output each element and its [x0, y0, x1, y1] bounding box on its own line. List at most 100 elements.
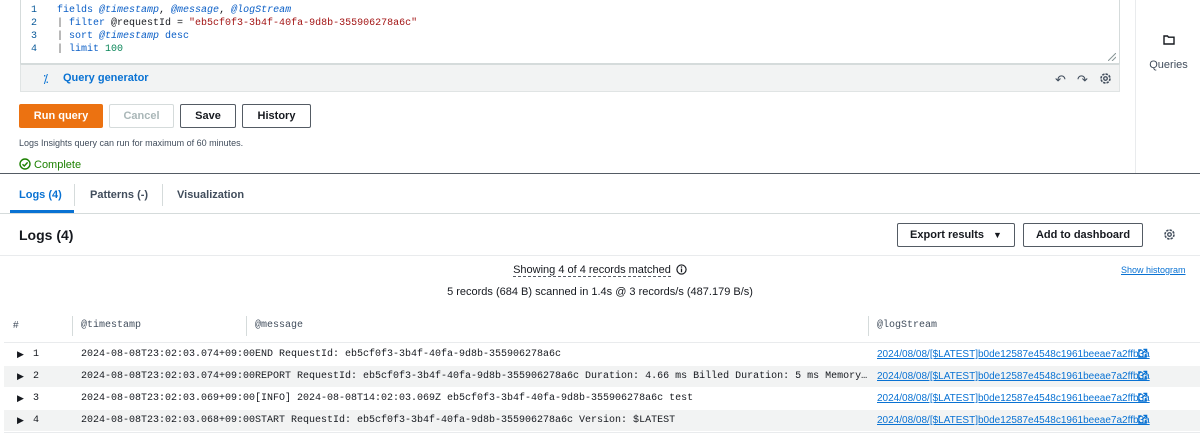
tab-visualization[interactable]: Visualization: [177, 189, 244, 201]
queries-label[interactable]: Queries: [1136, 59, 1200, 71]
code-text[interactable]: | filter @requestId = "eb5cf0f3-3b4f-40f…: [57, 17, 417, 30]
row-message: REPORT RequestId: eb5cf0f3-3b4f-40fa-9d8…: [255, 371, 869, 382]
code-token: 100: [105, 44, 124, 55]
column-header-logstream[interactable]: @logStream: [877, 310, 937, 342]
column-header-index: #: [13, 320, 19, 331]
expand-row-icon[interactable]: ▶: [17, 344, 24, 365]
column-header-message[interactable]: @message: [255, 310, 303, 342]
history-button[interactable]: History: [242, 104, 311, 128]
row-timestamp: 2024-08-08T23:02:03.074+09:00: [81, 371, 256, 382]
table-row[interactable]: ▶ 2 2024-08-08T23:02:03.074+09:00 REPORT…: [4, 366, 1200, 387]
column-divider[interactable]: [868, 316, 869, 336]
code-token: |: [57, 31, 70, 42]
row-message: [INFO] 2024-08-08T14:02:03.069Z eb5cf0f3…: [255, 393, 694, 404]
line-number: 4: [30, 44, 37, 55]
column-divider[interactable]: [246, 316, 247, 336]
code-text[interactable]: fields @timestamp, @message, @logStream: [57, 4, 291, 17]
code-text[interactable]: | sort @timestamp desc: [57, 30, 189, 43]
folder-icon[interactable]: [1163, 34, 1175, 45]
row-message: START RequestId: eb5cf0f3-3b4f-40fa-9d8b…: [255, 415, 676, 426]
tab-patterns[interactable]: Patterns (-): [90, 189, 148, 201]
info-icon[interactable]: [676, 264, 687, 275]
query-editor[interactable]: 1 fields @timestamp, @message, @logStream…: [20, 0, 1120, 64]
external-link-icon[interactable]: [1137, 392, 1148, 403]
row-index: 1: [33, 349, 40, 360]
records-summary: Showing 4 of 4 records matched: [0, 264, 1200, 277]
code-line[interactable]: 1 fields @timestamp, @message, @logStream: [21, 4, 1111, 17]
code-token: filter: [69, 18, 112, 29]
cancel-button[interactable]: Cancel: [109, 104, 174, 128]
line-number: 1: [30, 5, 37, 16]
code-token: "eb5cf0f3-3b4f-40fa-9d8b-355906278a6c": [189, 18, 418, 29]
code-token: @requestId =: [111, 18, 190, 29]
table-header-border: [4, 342, 1200, 343]
code-line[interactable]: 3 | sort @timestamp desc: [21, 30, 1111, 43]
right-side-panel: Queries: [1135, 0, 1200, 173]
row-timestamp: 2024-08-08T23:02:03.074+09:00: [81, 349, 256, 360]
query-hint: Logs Insights query can run for maximum …: [19, 138, 244, 148]
code-token: sort: [69, 31, 100, 42]
external-link-icon[interactable]: [1137, 348, 1148, 359]
row-logstream-link[interactable]: 2024/08/08/[$LATEST]b0de12587e4548c1961b…: [877, 366, 1150, 387]
caret-down-icon: ▼: [993, 230, 1002, 240]
row-index: 2: [33, 371, 40, 382]
section-divider: [0, 173, 1200, 174]
expand-row-icon[interactable]: ▶: [17, 410, 24, 431]
sparkle-icon: ⁒: [43, 72, 49, 86]
row-logstream-link[interactable]: 2024/08/08/[$LATEST]b0de12587e4548c1961b…: [877, 344, 1150, 365]
undo-icon[interactable]: ↶: [1055, 72, 1066, 88]
gear-icon[interactable]: [1163, 228, 1176, 241]
table-row[interactable]: ▶ 4 2024-08-08T23:02:03.068+09:00 START …: [4, 410, 1200, 431]
export-results-label: Export results: [910, 229, 985, 241]
save-button[interactable]: Save: [180, 104, 236, 128]
query-generator-link[interactable]: Query generator: [63, 72, 149, 84]
resize-grip-icon[interactable]: [1108, 53, 1116, 61]
code-token: @logStream: [231, 5, 292, 16]
add-to-dashboard-button[interactable]: Add to dashboard: [1023, 223, 1143, 247]
row-timestamp: 2024-08-08T23:02:03.068+09:00: [81, 415, 256, 426]
tab-divider: [162, 184, 163, 206]
code-token: @message: [171, 5, 220, 16]
line-number: 3: [30, 31, 37, 42]
gear-icon[interactable]: [1099, 72, 1112, 85]
logs-header: [0, 214, 1200, 256]
tab-divider: [74, 184, 75, 206]
code-token: desc: [159, 31, 190, 42]
line-number: 2: [30, 18, 37, 29]
row-index: 4: [33, 415, 40, 426]
row-message: END RequestId: eb5cf0f3-3b4f-40fa-9d8b-3…: [255, 349, 562, 360]
logs-title: Logs (4): [19, 227, 74, 243]
check-circle-icon: [19, 158, 31, 170]
code-token: @timestamp: [99, 5, 160, 16]
column-divider[interactable]: [72, 316, 73, 336]
code-token: |: [57, 18, 70, 29]
scan-stats: 5 records (684 B) scanned in 1.4s @ 3 re…: [447, 286, 753, 298]
row-timestamp: 2024-08-08T23:02:03.069+09:00: [81, 393, 256, 404]
status-label: Complete: [34, 159, 82, 171]
row-index: 3: [33, 393, 40, 404]
column-header-timestamp[interactable]: @timestamp: [81, 310, 141, 342]
expand-row-icon[interactable]: ▶: [17, 366, 24, 387]
export-results-button[interactable]: Export results ▼: [897, 223, 1015, 247]
code-line[interactable]: 2 | filter @requestId = "eb5cf0f3-3b4f-40…: [21, 17, 1111, 30]
code-line[interactable]: 4 | limit 100: [21, 43, 1111, 56]
redo-icon[interactable]: ↷: [1077, 72, 1088, 88]
code-token: @timestamp: [99, 31, 160, 42]
external-link-icon[interactable]: [1137, 370, 1148, 381]
external-link-icon[interactable]: [1137, 414, 1148, 425]
run-query-button[interactable]: Run query: [19, 104, 103, 128]
table-row[interactable]: ▶ 1 2024-08-08T23:02:03.074+09:00 END Re…: [4, 344, 1200, 365]
table-row[interactable]: ▶ 3 2024-08-08T23:02:03.069+09:00 [INFO]…: [4, 388, 1200, 409]
table-bottom-border: [4, 432, 1200, 433]
records-matched-text: Showing 4 of 4 records matched: [513, 264, 671, 277]
code-text[interactable]: | limit 100: [57, 43, 123, 56]
tab-logs[interactable]: Logs (4): [19, 189, 62, 201]
show-histogram-link[interactable]: Show histogram: [1121, 265, 1186, 275]
expand-row-icon[interactable]: ▶: [17, 388, 24, 409]
row-logstream-link[interactable]: 2024/08/08/[$LATEST]b0de12587e4548c1961b…: [877, 410, 1150, 431]
code-token: ,: [219, 5, 232, 16]
code-token: ,: [159, 5, 172, 16]
code-token: limit: [69, 44, 106, 55]
row-logstream-link[interactable]: 2024/08/08/[$LATEST]b0de12587e4548c1961b…: [877, 388, 1150, 409]
editor-footer: ⁒ Query generator ↶ ↷: [20, 64, 1120, 92]
